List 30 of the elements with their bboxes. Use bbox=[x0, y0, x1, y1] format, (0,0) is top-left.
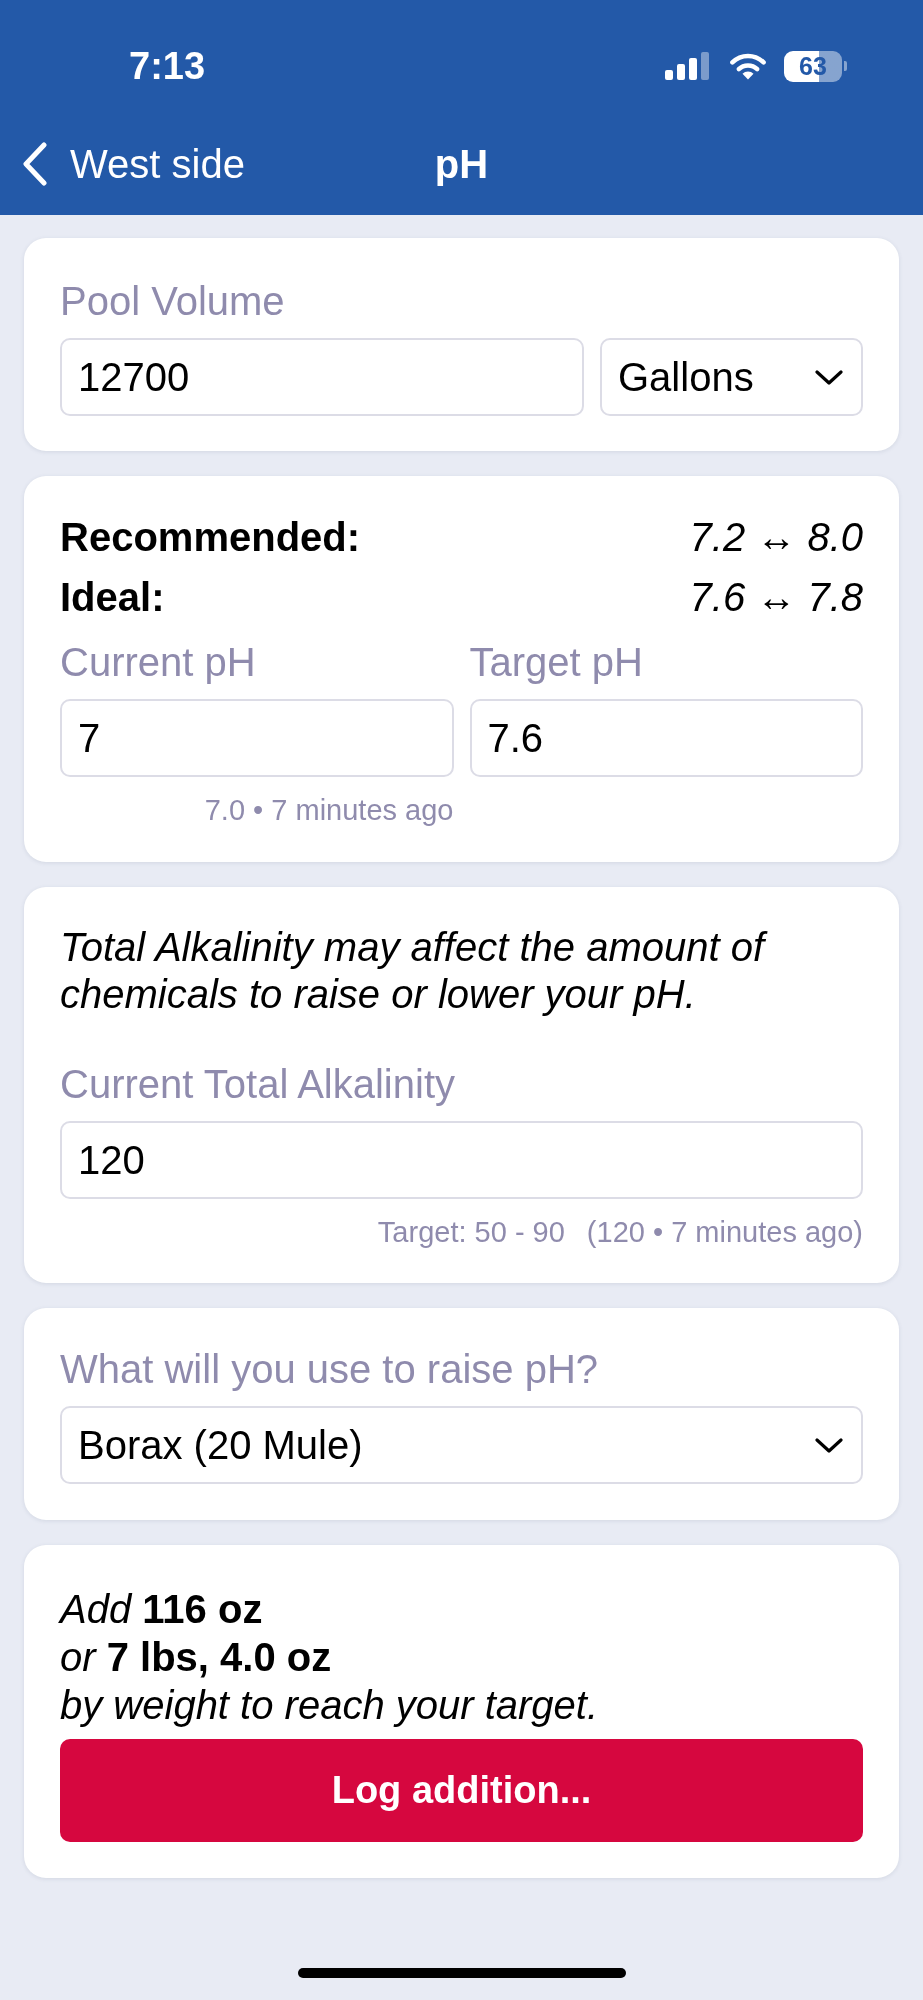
field-label: Current pH bbox=[60, 640, 257, 684]
chevron-left-icon bbox=[22, 141, 48, 186]
log-addition-button[interactable]: Log addition... bbox=[60, 1739, 863, 1842]
screen-title: pH bbox=[434, 140, 489, 188]
reading-hint: 7.0 • 7 minutes ago bbox=[204, 794, 454, 826]
text-field[interactable]: 7 bbox=[60, 699, 454, 777]
signal-icon bbox=[665, 52, 709, 80]
text-field[interactable]: 7.6 bbox=[469, 699, 863, 777]
reading-hint: (120 • 7 minutes ago) bbox=[586, 1216, 863, 1248]
range-label: Ideal: bbox=[60, 574, 165, 620]
range-value: 7.6 ↔ 7.8 bbox=[689, 574, 863, 620]
field-label: What will you use to raise pH? bbox=[60, 1347, 599, 1391]
battery-indicator: 63 bbox=[784, 50, 847, 82]
field-label: Target pH bbox=[469, 640, 644, 684]
text-field[interactable]: 12700 bbox=[60, 338, 584, 416]
dropdown[interactable]: Borax (20 Mule) bbox=[60, 1406, 863, 1484]
field-label: Pool Volume bbox=[60, 279, 286, 323]
chevron-down-icon bbox=[815, 1437, 843, 1453]
back-button[interactable]: West side bbox=[22, 139, 245, 188]
field-label: Current Total Alkalinity bbox=[60, 1062, 456, 1106]
target-hint: Target: 50 - 90 bbox=[377, 1216, 565, 1248]
text-field[interactable]: 120 bbox=[60, 1121, 863, 1199]
status-time: 7:13 bbox=[129, 44, 206, 88]
dropdown[interactable]: Gallons bbox=[600, 338, 863, 416]
info-text: Total Alkalinity may affect the amount of chemicals to raise or lower your pH. bbox=[60, 924, 863, 1018]
wifi-icon bbox=[728, 52, 768, 80]
range-label: Recommended: bbox=[60, 514, 361, 560]
dosage-text: Add 116 oz or 7 lbs, 4.0 oz by weight to reach your target. bbox=[60, 1586, 600, 1729]
range-value: 7.2 ↔ 8.0 bbox=[689, 514, 863, 560]
chevron-down-icon bbox=[815, 369, 843, 385]
